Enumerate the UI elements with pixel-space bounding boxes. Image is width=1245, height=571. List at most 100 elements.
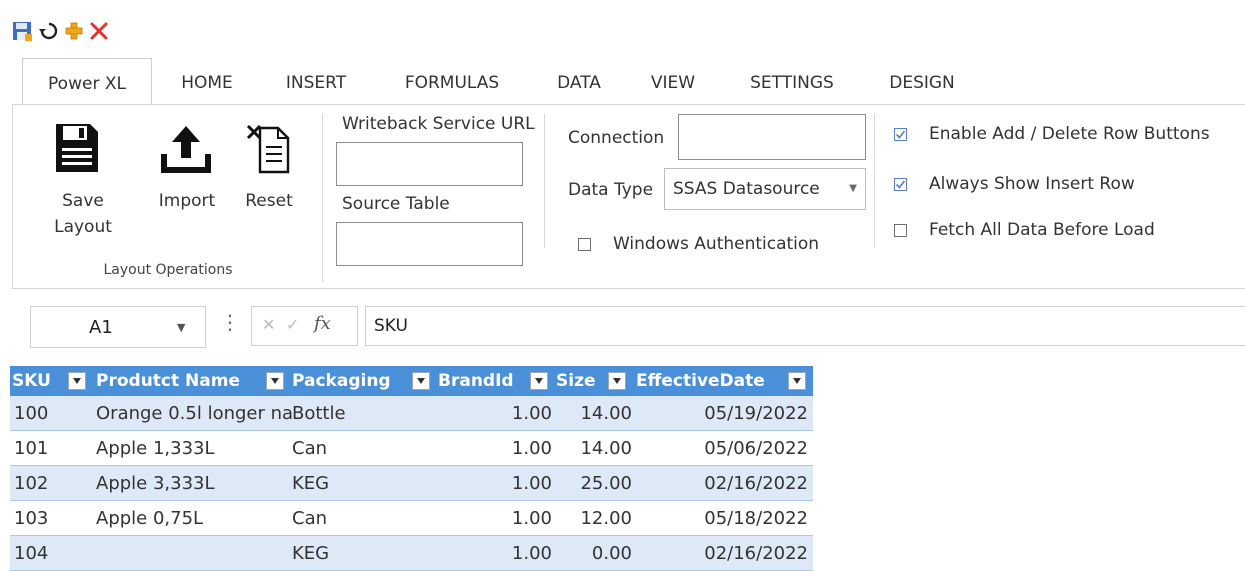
cell-brandid[interactable]: 1.00	[440, 536, 552, 571]
ribbon-divider-3	[874, 114, 875, 248]
cell-brandid[interactable]: 1.00	[440, 431, 552, 466]
add-delete-row-label: Enable Add / Delete Row Buttons	[929, 124, 1210, 144]
tab-design[interactable]: DESIGN	[874, 62, 970, 104]
add-delete-row-checkbox[interactable]	[894, 127, 907, 141]
filter-dropdown-icon[interactable]	[608, 372, 626, 390]
windows-auth-label: Windows Authentication	[613, 234, 820, 254]
source-table-label: Source Table	[342, 194, 450, 214]
cell-product-name[interactable]: Apple 3,333L	[96, 466, 292, 501]
reset-document-icon	[246, 122, 292, 180]
option-always-insert-row[interactable]: Always Show Insert Row	[894, 174, 1135, 194]
cell-product-name[interactable]: Apple 1,333L	[96, 431, 292, 466]
save-icon[interactable]	[12, 18, 34, 44]
filter-dropdown-icon[interactable]	[788, 372, 806, 390]
add-icon[interactable]	[62, 18, 86, 44]
cell-size[interactable]: 12.00	[554, 501, 632, 536]
confirm-icon[interactable]: ✓	[286, 315, 299, 334]
cell-sku[interactable]: 104	[14, 536, 84, 571]
table-row[interactable]: 104 KEG 1.00 0.00 02/16/2022	[10, 536, 813, 571]
source-table-input[interactable]	[336, 222, 523, 266]
column-header-product-name: Produtct Name	[96, 371, 240, 391]
filter-dropdown-icon[interactable]	[266, 372, 284, 390]
cell-product-name[interactable]: Orange 0.5l longer name	[96, 396, 292, 431]
cell-packaging[interactable]: Can	[292, 501, 432, 536]
cell-packaging[interactable]: Can	[292, 431, 432, 466]
save-layout-button[interactable]: Save Layout	[48, 118, 118, 248]
tab-home[interactable]: HOME	[168, 62, 246, 104]
connection-label: Connection	[568, 128, 665, 148]
tab-settings[interactable]: SETTINGS	[736, 62, 848, 104]
cell-sku[interactable]: 103	[14, 501, 84, 536]
tab-data[interactable]: DATA	[548, 62, 610, 104]
cell-brandid[interactable]: 1.00	[440, 396, 552, 431]
fetch-all-data-checkbox[interactable]	[894, 223, 907, 237]
cell-size[interactable]: 0.00	[554, 536, 632, 571]
more-options-icon[interactable]: ⋮	[220, 312, 240, 332]
cell-size[interactable]: 25.00	[554, 466, 632, 501]
tab-formulas[interactable]: FORMULAS	[386, 62, 518, 104]
windows-auth-option[interactable]: Windows Authentication	[578, 234, 819, 254]
cell-packaging[interactable]: KEG	[292, 466, 432, 501]
cell-size[interactable]: 14.00	[554, 431, 632, 466]
data-type-value: SSAS Datasource	[673, 179, 820, 199]
cell-sku[interactable]: 100	[14, 396, 84, 431]
cell-reference: A1	[89, 317, 113, 338]
table-row[interactable]: 101 Apple 1,333L Can 1.00 14.00 05/06/20…	[10, 431, 813, 466]
cell-effective-date[interactable]: 05/18/2022	[634, 501, 808, 536]
tab-power-xl[interactable]: Power XL	[22, 58, 152, 105]
cell-brandid[interactable]: 1.00	[440, 501, 552, 536]
checkmark-icon	[895, 130, 906, 139]
insert-function-icon[interactable]: fx	[314, 313, 331, 334]
tab-view[interactable]: VIEW	[640, 62, 706, 104]
cell-packaging[interactable]: Bottle	[292, 396, 432, 431]
cell-effective-date[interactable]: 02/16/2022	[634, 536, 808, 571]
import-label: Import	[158, 191, 216, 211]
cell-product-name[interactable]: Apple 0,75L	[96, 501, 292, 536]
upload-icon	[160, 124, 212, 178]
cell-packaging[interactable]: KEG	[292, 536, 432, 571]
name-box[interactable]: A1 ▼	[30, 306, 206, 348]
formula-input[interactable]: SKU	[365, 306, 1245, 346]
cell-effective-date[interactable]: 05/06/2022	[634, 431, 808, 466]
import-button[interactable]: Import	[150, 118, 224, 218]
undo-icon[interactable]	[36, 18, 62, 44]
chevron-down-icon[interactable]: ▼	[177, 321, 185, 334]
save-layout-label-line1: Save	[62, 191, 104, 211]
formula-buttons: ✕ ✓ fx	[251, 306, 358, 346]
writeback-url-label: Writeback Service URL	[342, 114, 535, 134]
cell-product-name[interactable]	[96, 536, 292, 571]
layout-operations-caption: Layout Operations	[103, 262, 233, 278]
cell-effective-date[interactable]: 05/19/2022	[634, 396, 808, 431]
writeback-url-input[interactable]	[336, 142, 523, 186]
cell-sku[interactable]: 102	[14, 466, 84, 501]
table-row[interactable]: 100 Orange 0.5l longer name Bottle 1.00 …	[10, 396, 813, 431]
filter-dropdown-icon[interactable]	[530, 372, 548, 390]
cancel-icon[interactable]: ✕	[262, 315, 275, 334]
data-type-select[interactable]: SSAS Datasource ▼	[664, 168, 866, 210]
windows-auth-checkbox[interactable]	[578, 237, 591, 251]
tab-insert[interactable]: INSERT	[274, 62, 358, 104]
connection-input[interactable]	[678, 114, 866, 160]
floppy-disk-icon	[54, 122, 100, 178]
cell-size[interactable]: 14.00	[554, 396, 632, 431]
fetch-all-data-label: Fetch All Data Before Load	[929, 220, 1155, 240]
filter-dropdown-icon[interactable]	[412, 372, 430, 390]
ribbon-divider-2	[544, 114, 545, 248]
checkmark-icon	[895, 180, 906, 189]
always-insert-row-label: Always Show Insert Row	[929, 174, 1135, 194]
column-header-packaging: Packaging	[292, 371, 391, 391]
always-insert-row-checkbox[interactable]	[894, 177, 907, 191]
save-layout-label-line2: Layout	[54, 217, 112, 237]
filter-dropdown-icon[interactable]	[68, 372, 86, 390]
reset-button[interactable]: Reset	[236, 118, 302, 218]
ribbon-tabs: Power XL HOME INSERT FORMULAS DATA VIEW …	[0, 58, 1245, 105]
table-row[interactable]: 103 Apple 0,75L Can 1.00 12.00 05/18/202…	[10, 501, 813, 536]
option-add-delete-row[interactable]: Enable Add / Delete Row Buttons	[894, 124, 1210, 144]
cell-sku[interactable]: 101	[14, 431, 84, 466]
table-row[interactable]: 102 Apple 3,333L KEG 1.00 25.00 02/16/20…	[10, 466, 813, 501]
delete-icon[interactable]	[86, 18, 112, 44]
cell-brandid[interactable]: 1.00	[440, 466, 552, 501]
cell-effective-date[interactable]: 02/16/2022	[634, 466, 808, 501]
option-fetch-all-data[interactable]: Fetch All Data Before Load	[894, 220, 1155, 240]
column-header-sku: SKU	[12, 371, 51, 391]
